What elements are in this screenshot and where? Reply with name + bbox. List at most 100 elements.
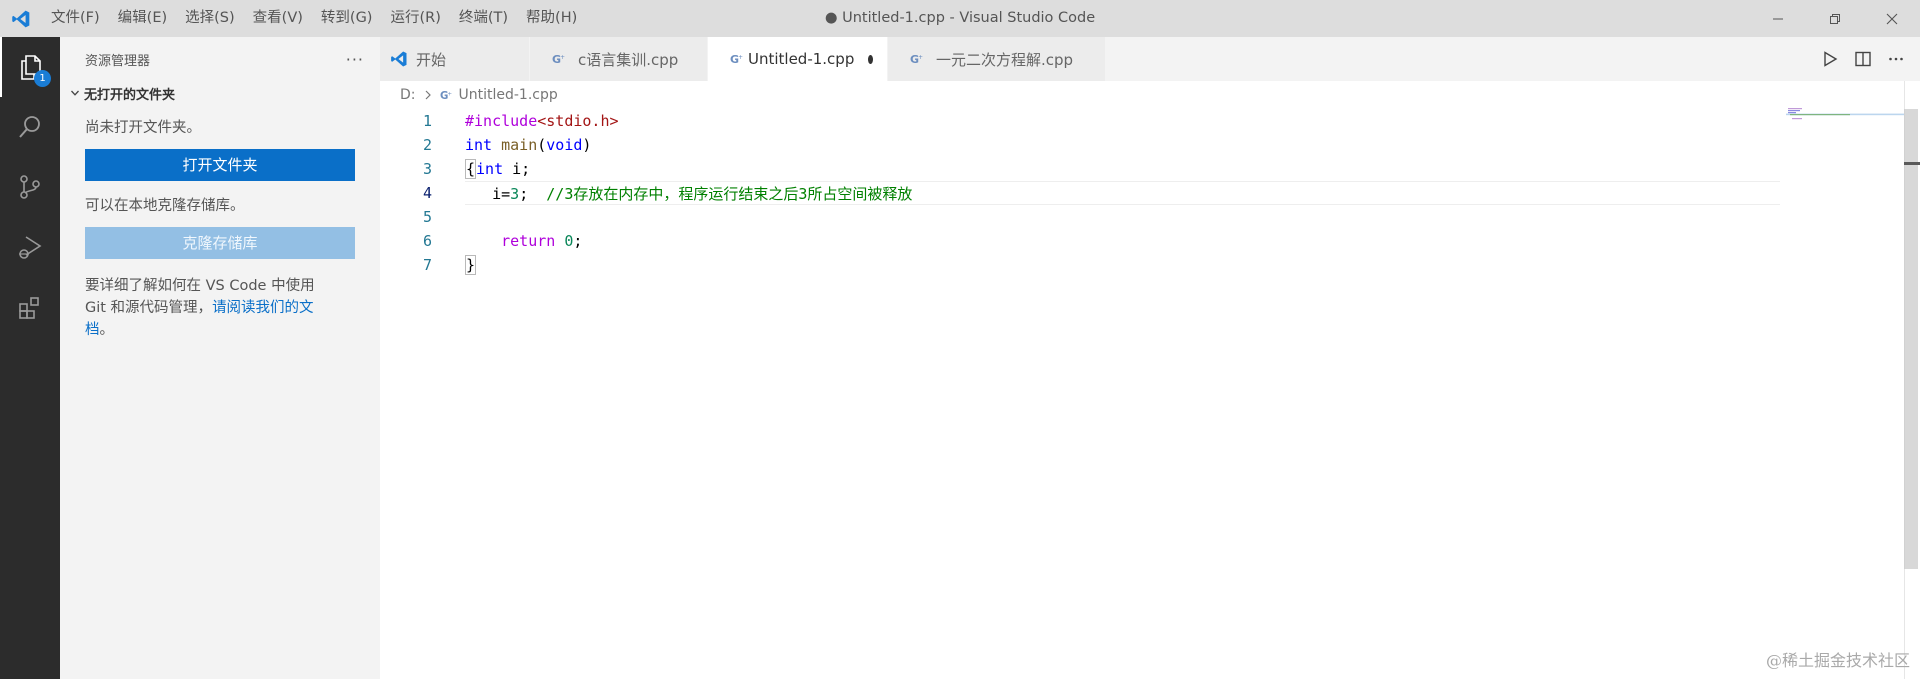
title-bar: 文件(F) 编辑(E) 选择(S) 查看(V) 转到(G) 运行(R) 终端(T… — [0, 0, 1920, 37]
cpp-file-icon: G + — [552, 52, 574, 66]
tab-label: Untitled-1.cpp — [748, 50, 855, 68]
no-folder-text: 尚未打开文件夹。 — [85, 120, 201, 136]
editor-tab-bar: 开始 G + c语言集训.cpp G + Untitled-1.cpp G + 一元二… — [380, 37, 1920, 81]
source-control-icon — [20, 175, 40, 199]
code-text: i=3; //3存放在内存中，程序运行结束之后3所占空间被释放 — [465, 184, 913, 203]
run-debug-icon — [19, 236, 42, 259]
activity-explorer[interactable]: 1 — [0, 37, 60, 97]
line-number: 4 — [422, 184, 432, 202]
open-folder-button[interactable]: 打开文件夹 — [85, 149, 355, 181]
play-icon — [1823, 51, 1837, 67]
tab-label: 一元二次方程解.cpp — [936, 50, 1074, 69]
activity-bar: 1 — [0, 37, 60, 679]
search-icon — [19, 116, 40, 138]
code-text: {int i; — [465, 159, 531, 179]
code-line: 2 int main(void) — [380, 133, 1780, 157]
watermark: @稀土掘金技术社区 — [1765, 651, 1910, 670]
code-line: 7 } — [380, 253, 1780, 277]
line-number: 7 — [422, 256, 432, 274]
chevron-down-icon — [66, 88, 84, 98]
code-line: 1 #include<stdio.h> — [380, 109, 1780, 133]
split-editor-button[interactable] — [1846, 37, 1879, 81]
section-title: 无打开的文件夹 — [84, 87, 176, 103]
cpp-file-icon: G + — [910, 52, 932, 66]
help-text-end: 。 — [99, 322, 115, 338]
code-editor[interactable]: 1 #include<stdio.h> 2 int main(void) 3 {… — [380, 109, 1900, 679]
tab-c-training[interactable]: G + c语言集训.cpp — [530, 37, 708, 81]
code-line: 4 i=3; //3存放在内存中，程序运行结束之后3所占空间被释放 — [380, 181, 1780, 205]
split-editor-icon — [1854, 51, 1871, 67]
cpp-file-icon: G + — [440, 89, 453, 102]
line-number: 2 — [422, 136, 432, 154]
breadcrumb-file[interactable]: Untitled-1.cpp — [459, 87, 558, 103]
more-editor-actions-button[interactable] — [1879, 37, 1912, 81]
restore-button[interactable] — [1806, 0, 1863, 37]
code-text: int main(void) — [465, 136, 592, 154]
clone-text: 可以在本地克隆存储库。 — [85, 198, 245, 214]
help-text-line-1: 要详细了解如何在 VS Code 中使用 — [85, 278, 315, 294]
more-icon — [1888, 57, 1903, 61]
sidebar-title: 资源管理器 — [85, 53, 151, 69]
sidebar-header: 资源管理器 ··· — [60, 37, 380, 81]
explorer-badge: 1 — [34, 70, 51, 87]
chevron-right-icon — [424, 90, 432, 100]
menu-go[interactable]: 转到(G) — [312, 0, 382, 37]
activity-source-control[interactable] — [0, 157, 60, 217]
read-docs-link-cont[interactable]: 档 — [85, 322, 100, 338]
editor-actions — [1813, 37, 1920, 81]
help-text-line-2: Git 和源代码管理， — [85, 300, 213, 316]
cpp-file-icon: G + — [730, 52, 744, 66]
tab-quadratic[interactable]: G + 一元二次方程解.cpp — [888, 37, 1106, 81]
code-line: 6 return 0; — [380, 229, 1780, 253]
minimap[interactable] — [1786, 108, 1904, 120]
run-file-button[interactable] — [1813, 37, 1846, 81]
breadcrumb: D: G + Untitled-1.cpp — [380, 81, 558, 109]
read-docs-link[interactable]: 请阅读我们的文 — [212, 300, 314, 316]
line-number: 5 — [422, 208, 432, 226]
vscode-icon — [390, 50, 412, 68]
unsaved-dot-icon[interactable] — [868, 54, 873, 64]
code-line: 3 {int i; — [380, 157, 1780, 181]
no-folder-section-header[interactable]: 无打开的文件夹 — [60, 81, 380, 105]
menu-file[interactable]: 文件(F) — [42, 0, 109, 37]
line-number: 3 — [422, 160, 432, 178]
menu-terminal[interactable]: 终端(T) — [450, 0, 517, 37]
code-text: #include<stdio.h> — [465, 112, 619, 130]
menu-selection[interactable]: 选择(S) — [176, 0, 244, 37]
menu-view[interactable]: 查看(V) — [244, 0, 312, 37]
minimize-icon — [1772, 18, 1783, 19]
activity-extensions[interactable] — [0, 277, 60, 337]
activity-run-debug[interactable] — [0, 217, 60, 277]
line-number: 1 — [422, 112, 432, 130]
more-actions-button[interactable]: ··· — [346, 50, 364, 69]
svg-text:+: + — [560, 54, 565, 61]
svg-text:+: + — [738, 54, 743, 61]
vertical-scrollbar[interactable] — [1904, 109, 1918, 569]
clone-repository-button[interactable]: 克隆存储库 — [85, 227, 355, 259]
help-text: 要详细了解如何在 VS Code 中使用 Git 和源代码管理，请阅读我们的文 … — [85, 275, 355, 341]
breadcrumb-drive[interactable]: D: — [400, 87, 416, 103]
tab-label: 开始 — [416, 50, 447, 69]
menu-help[interactable]: 帮助(H) — [517, 0, 586, 37]
svg-text:+: + — [918, 54, 923, 61]
code-text: return 0; — [501, 232, 583, 250]
tab-untitled-1[interactable]: G + Untitled-1.cpp — [708, 37, 888, 81]
restore-icon — [1829, 13, 1840, 24]
activity-search[interactable] — [0, 97, 60, 157]
close-icon — [1886, 13, 1897, 24]
svg-text:+: + — [447, 91, 452, 97]
tab-label: c语言集训.cpp — [578, 50, 679, 69]
menu-bar: 文件(F) 编辑(E) 选择(S) 查看(V) 转到(G) 运行(R) 终端(T… — [42, 0, 586, 37]
minimize-button[interactable] — [1749, 0, 1806, 37]
scrollbar-cursor-marker — [1904, 162, 1920, 165]
vscode-logo-icon — [0, 0, 42, 37]
close-window-button[interactable] — [1863, 0, 1920, 37]
window-controls — [1749, 0, 1920, 37]
code-line: 5 — [380, 205, 1780, 229]
tab-welcome[interactable]: 开始 — [380, 37, 530, 81]
menu-run[interactable]: 运行(R) — [381, 0, 449, 37]
line-number: 6 — [422, 232, 432, 250]
menu-edit[interactable]: 编辑(E) — [109, 0, 176, 37]
extensions-icon — [19, 297, 39, 319]
explorer-sidebar: 资源管理器 ··· 无打开的文件夹 尚未打开文件夹。 打开文件夹 可以在本地克隆… — [60, 37, 380, 679]
